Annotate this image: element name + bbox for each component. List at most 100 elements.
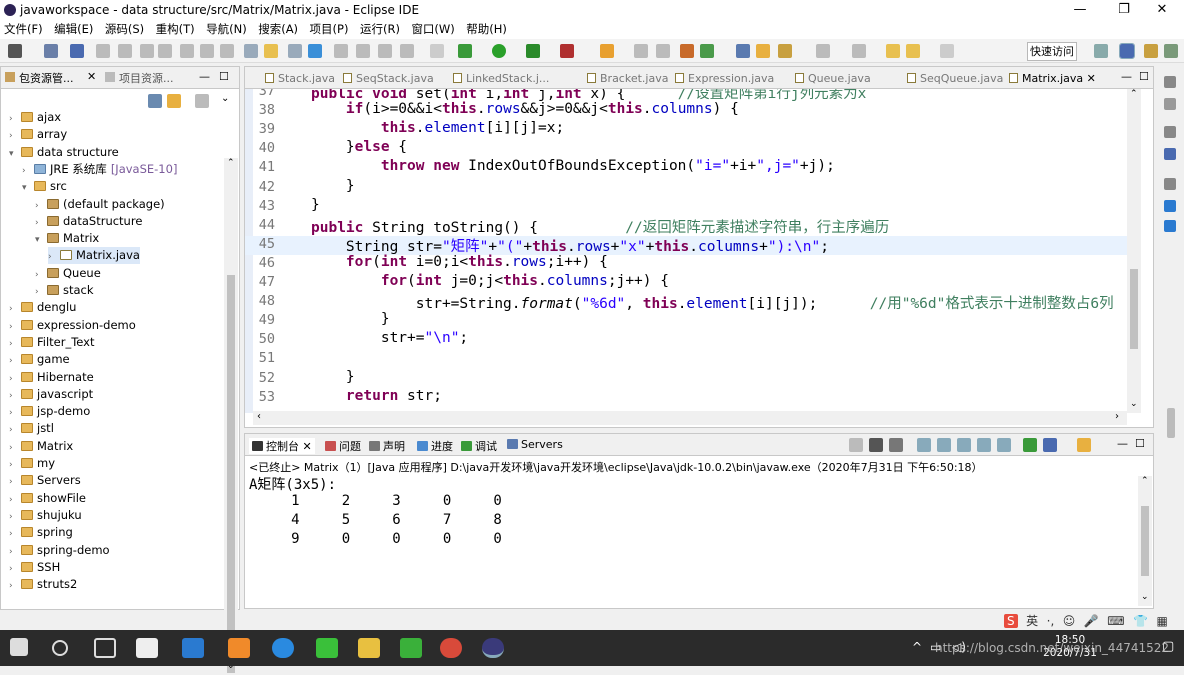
remove-launch-icon[interactable] <box>869 438 883 452</box>
keyboard-icon[interactable]: ⌨ <box>1107 614 1124 628</box>
tree-item[interactable]: › struts2 <box>9 576 77 593</box>
run-icon[interactable] <box>492 44 506 58</box>
minimize-panel-icon[interactable]: — <box>199 70 210 83</box>
toolbox-icon[interactable]: ▦ <box>1157 614 1168 628</box>
open-perspective-icon[interactable] <box>1094 44 1108 58</box>
menu-source[interactable]: 源码(S) <box>101 20 148 38</box>
console-scroll-thumb[interactable] <box>1141 506 1149 576</box>
scroll-down-icon[interactable]: ⌄ <box>1130 399 1138 409</box>
restore-icon[interactable] <box>1164 178 1176 190</box>
editor-scroll-thumb[interactable] <box>1130 269 1138 349</box>
code-line[interactable]: } <box>311 369 355 385</box>
terminate-icon[interactable] <box>849 438 863 452</box>
restore-icon[interactable] <box>1164 126 1176 138</box>
java-perspective-icon[interactable] <box>1144 44 1158 58</box>
code-line[interactable]: if(i>=0&&i<this.rows&&j>=0&&j<this.colum… <box>311 101 739 117</box>
focus-icon[interactable] <box>195 94 209 108</box>
code-line[interactable]: str+=String.format("%6d", this.element[i… <box>311 292 1114 313</box>
scroll-up-icon[interactable]: ⌃ <box>227 158 235 168</box>
console-scrollbar[interactable]: ⌃ ⌄ <box>1138 476 1152 606</box>
editor-horizontal-scrollbar[interactable]: ‹ › <box>253 411 1127 425</box>
tray-chevron-icon[interactable]: ^ <box>912 640 922 654</box>
start-icon[interactable] <box>10 638 28 656</box>
tree-item[interactable]: › spring-demo <box>9 542 110 559</box>
tree-item[interactable]: › spring <box>9 524 73 541</box>
console-maximize-icon[interactable]: ☐ <box>1135 437 1145 450</box>
collapse-all-icon[interactable] <box>148 94 162 108</box>
remove-all-icon[interactable] <box>889 438 903 452</box>
outline-icon[interactable] <box>1164 148 1176 160</box>
app-icon[interactable] <box>136 638 158 658</box>
resume-icon[interactable] <box>96 44 110 58</box>
iqiyi-icon[interactable] <box>316 638 338 658</box>
show-whitespace-icon[interactable] <box>308 44 322 58</box>
scroll-up-icon[interactable]: ⌃ <box>1130 89 1138 99</box>
code-line[interactable]: str+="\n"; <box>311 330 468 346</box>
tree-item[interactable]: ▾ src <box>22 178 67 195</box>
step-return-icon[interactable] <box>220 44 234 58</box>
eclipse-icon[interactable] <box>482 638 504 658</box>
new-console-icon[interactable] <box>1077 438 1091 452</box>
tree-item[interactable]: › game <box>9 351 70 368</box>
minimize-button[interactable]: — <box>1058 0 1102 20</box>
left-scroll-thumb[interactable] <box>227 275 235 673</box>
menu-file[interactable]: 文件(F) <box>0 20 47 38</box>
last-edit-icon[interactable] <box>400 44 414 58</box>
new-web-icon[interactable] <box>700 44 714 58</box>
tree-item[interactable]: › Matrix.java <box>48 247 140 265</box>
tree-item[interactable]: › dataStructure <box>35 213 142 230</box>
next-annotation-icon[interactable] <box>356 44 370 58</box>
tab-progress[interactable]: 进度 <box>417 438 453 454</box>
debug-icon[interactable] <box>458 44 472 58</box>
close-icon[interactable]: ✕ <box>1083 72 1096 85</box>
code-line[interactable]: for(int j=0;j<this.columns;j++) { <box>311 273 669 289</box>
scroll-left-icon[interactable]: ‹ <box>257 411 261 422</box>
new-icon[interactable] <box>8 44 22 58</box>
editor-tab[interactable]: LinkedStack.j... <box>453 72 549 85</box>
scroll-lock-icon[interactable] <box>917 438 931 452</box>
tree-item[interactable]: › JRE 系统库 [JavaSE-10] <box>22 161 177 178</box>
editor-tab[interactable]: Matrix.java ✕ <box>1003 67 1097 89</box>
close-icon[interactable]: ✕ <box>303 440 312 453</box>
tree-item[interactable]: › denglu <box>9 299 76 316</box>
disconnect-icon[interactable] <box>158 44 172 58</box>
menu-edit[interactable]: 编辑(E) <box>50 20 97 38</box>
edge-icon[interactable] <box>182 638 204 658</box>
menu-run[interactable]: 运行(R) <box>356 20 404 38</box>
display-console-icon[interactable] <box>1043 438 1057 452</box>
step-into-icon[interactable] <box>180 44 194 58</box>
tab-console[interactable]: 控制台 ✕ <box>249 438 315 454</box>
tree-item[interactable]: › Hibernate <box>9 369 94 386</box>
code-line[interactable]: for(int i=0;i<this.rows;i++) { <box>311 254 608 270</box>
search-icon[interactable] <box>52 640 68 656</box>
scroll-down-icon[interactable]: ⌄ <box>1141 592 1149 602</box>
tree-item[interactable]: › javascript <box>9 386 93 403</box>
open-task-icon[interactable] <box>756 44 770 58</box>
code-area[interactable]: 37 public void set(int i,int j,int x) { /… <box>245 89 1153 413</box>
code-line[interactable]: } <box>311 197 320 213</box>
word-wrap-icon[interactable] <box>288 44 302 58</box>
tree-item[interactable]: › expression-demo <box>9 317 136 334</box>
kugou-icon[interactable] <box>272 638 294 658</box>
maximize-panel-icon[interactable]: ☐ <box>219 70 229 83</box>
save-icon[interactable] <box>44 44 58 58</box>
step-over-icon[interactable] <box>200 44 214 58</box>
scroll-right-icon[interactable]: › <box>1115 411 1119 422</box>
terminate-icon[interactable] <box>140 44 154 58</box>
coverage-icon[interactable] <box>526 44 540 58</box>
tree-item[interactable]: › array <box>9 126 67 143</box>
ucbrowser-icon[interactable] <box>228 638 250 658</box>
link-editor-icon[interactable] <box>167 94 181 108</box>
debug-perspective-icon[interactable] <box>1164 44 1178 58</box>
editor-minimize-icon[interactable]: — <box>1121 70 1132 83</box>
console-minimize-icon[interactable]: — <box>1117 437 1128 450</box>
tree-item[interactable]: › SSH <box>9 559 60 576</box>
new-server-icon[interactable] <box>680 44 694 58</box>
new-package-icon[interactable] <box>634 44 648 58</box>
code-line[interactable]: return str; <box>311 388 442 404</box>
open-console-icon[interactable] <box>1023 438 1037 452</box>
tree-item[interactable]: › jstl <box>9 420 54 437</box>
tab-problems[interactable]: 问题 <box>325 438 361 454</box>
tab-declaration[interactable]: 声明 <box>369 438 405 454</box>
editor-scrollbar[interactable]: ⌃ ⌄ <box>1127 89 1141 413</box>
